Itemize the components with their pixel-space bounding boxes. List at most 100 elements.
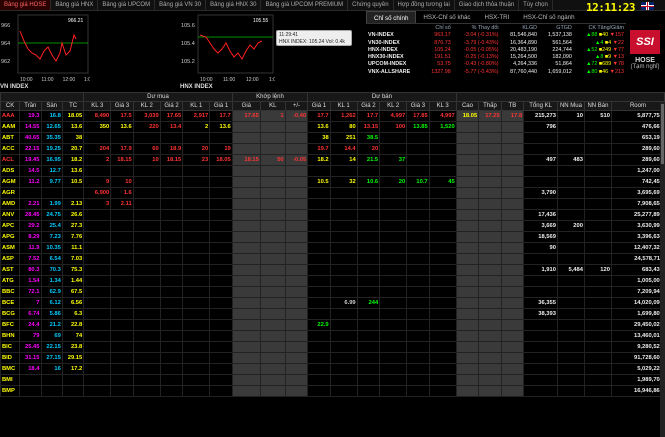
- board-column-header[interactable]: Trần: [19, 101, 42, 111]
- board-row[interactable]: AGM 11.2 9.77 10.5 9 10 10.5 32 10.6 20 10.7 45 742,…: [0, 176, 665, 188]
- board-column-header[interactable]: KL 3: [428, 101, 457, 111]
- board-column-header[interactable]: KL 1: [182, 101, 211, 111]
- nav-item-9[interactable]: Tùy chọn: [519, 0, 553, 10]
- board-column-header[interactable]: Tổng KL: [523, 101, 558, 111]
- board-cell-ck[interactable]: AGM: [0, 176, 21, 188]
- nav-item-5[interactable]: Bảng giá UPCOM PREMIUM: [261, 0, 349, 10]
- board-cell-ck[interactable]: ANV: [0, 209, 21, 221]
- board-column-header[interactable]: CK: [0, 101, 21, 111]
- board-row[interactable]: APC 29.2 25.4 27.3 3,669 200 3,630,992: [0, 220, 665, 232]
- board-column-header[interactable]: +/-: [284, 101, 309, 111]
- board-row[interactable]: ACC 22.15 19.25 20.7 204 17.9 60 18.9 20 19 19.7 14…: [0, 143, 665, 155]
- board-column-header[interactable]: Giá 1: [307, 101, 331, 111]
- board-row[interactable]: ATG 1.54 1.34 1.44 1,005,000: [0, 275, 665, 287]
- board-row[interactable]: BID 31.15 27.15 29.15 91,728,608: [0, 352, 665, 364]
- board-row[interactable]: BCG 6.74 5.86 6.3 38,393 1,699,809: [0, 308, 665, 320]
- board-row[interactable]: ADS 14.5 12.7 13.6 1,247,007: [0, 165, 665, 177]
- index-row[interactable]: VN-INDEX 963.17 -3.04 (-0.31%) 81,546,840 1,…: [366, 32, 626, 39]
- nav-item-4[interactable]: Bảng giá HNX 30: [206, 0, 262, 10]
- nav-item-1[interactable]: Bảng giá HNX: [51, 0, 99, 10]
- board-cell-ck[interactable]: BFC: [0, 319, 21, 331]
- nav-item-3[interactable]: Bảng giá VN 30: [155, 0, 207, 10]
- uk-flag-icon[interactable]: [641, 2, 654, 10]
- index-row[interactable]: HNX30-INDEX 191.51 -0.25 (-0.13%) 15,264,50…: [366, 54, 626, 61]
- board-cell-ck[interactable]: AST: [0, 264, 21, 276]
- board-column-header[interactable]: TB: [500, 101, 525, 111]
- nav-item-6[interactable]: Chứng quyền: [348, 0, 394, 10]
- board-scrollbar[interactable]: [660, 102, 665, 437]
- board-column-header[interactable]: KL: [259, 101, 286, 111]
- index-row[interactable]: HNX-INDEX 105.24 -0.05 (-0.05%) 20,483,190 2…: [366, 47, 626, 54]
- board-cell-ck[interactable]: BID: [0, 352, 21, 364]
- board-row[interactable]: AAA 19.3 16.8 18.05 8,490 17.5 3,039 17.65 2,917…: [0, 110, 665, 122]
- board-row[interactable]: AST 80.3 70.3 75.3 1,910 5,484 120 683,436: [0, 264, 665, 276]
- board-row[interactable]: APG 8.29 7.23 7.76 18,569 3,396,634: [0, 231, 665, 243]
- board-column-header[interactable]: TC: [61, 101, 85, 111]
- board-row[interactable]: ANV 28.45 24.75 26.6 17,436 25,277,893: [0, 209, 665, 221]
- board-column-header[interactable]: Giá 3: [406, 101, 430, 111]
- board-cell-ck[interactable]: ABT: [0, 132, 21, 144]
- board-column-header[interactable]: KL 2: [132, 101, 161, 111]
- nav-item-8[interactable]: Giao dịch thỏa thuận: [455, 0, 520, 10]
- board-row[interactable]: BBC 72.1 62.9 67.5 7,209,940: [0, 286, 665, 298]
- nav-item-2[interactable]: Bảng giá UPCOM: [98, 0, 156, 10]
- index-tab-3[interactable]: HSX-Chỉ số ngành: [516, 11, 581, 23]
- board-column-header[interactable]: KL 3: [83, 101, 112, 111]
- board-cell-ck[interactable]: ASP: [0, 253, 21, 265]
- board-row[interactable]: ABT 40.65 35.35 38 38 251 38.5 653,190: [0, 132, 665, 144]
- board-row[interactable]: BIC 25.45 22.15 23.8 9,280,520: [0, 341, 665, 353]
- board-row[interactable]: BMI 1,989,704: [0, 374, 665, 386]
- vnindex-chart[interactable]: 966 964 962 10:00 11:00 12:00 1:00 966.21 VN IN…: [0, 13, 90, 90]
- board-cell-ck[interactable]: AAA: [0, 110, 21, 122]
- board-cell-ck[interactable]: AMD: [0, 198, 21, 210]
- nav-item-0[interactable]: Bảng giá HOSE: [0, 0, 52, 10]
- board-cell-ck[interactable]: BBC: [0, 286, 21, 298]
- board-cell-ck[interactable]: BCG: [0, 308, 21, 320]
- hnxindex-chart[interactable]: 105.6 105.4 105.2 10:00 11:00 12:00 1:00 105.55…: [180, 13, 275, 90]
- index-tab-0[interactable]: Chỉ số chính: [366, 11, 417, 23]
- board-cell-ck[interactable]: BCE: [0, 297, 21, 309]
- board-column-header[interactable]: NN Bán: [583, 101, 612, 111]
- board-column-header[interactable]: Room: [610, 101, 665, 111]
- board-cell-ck[interactable]: ADS: [0, 165, 21, 177]
- index-row[interactable]: VNX-ALLSHARE 1327.98 -5.77 (-0.43%) 87,760,…: [366, 69, 626, 76]
- board-column-header[interactable]: Cao: [455, 101, 480, 111]
- board-row[interactable]: BMC 18.4 16 17.2 5,029,224: [0, 363, 665, 375]
- board-cell-ck[interactable]: ATG: [0, 275, 21, 287]
- board-column-header[interactable]: Giá 1: [209, 101, 233, 111]
- board-cell-ck[interactable]: BIC: [0, 341, 21, 353]
- index-tab-1[interactable]: HSX-Chỉ số khác: [416, 11, 477, 23]
- board-cell-ck[interactable]: AAM: [0, 121, 21, 133]
- board-row[interactable]: AAM 14.55 12.65 13.6 350 13.6 220 13.4 2 13.6 13.6…: [0, 121, 665, 133]
- board-column-header[interactable]: Giá 2: [356, 101, 381, 111]
- board-cell-ck[interactable]: APG: [0, 231, 21, 243]
- board-column-header[interactable]: KL 1: [329, 101, 358, 111]
- board-row[interactable]: ASP 7.52 6.54 7.03 24,578,711: [0, 253, 665, 265]
- board-row[interactable]: AMD 2.21 1.99 2.13 3 2.11 7,908,654: [0, 198, 665, 210]
- board-cell-ck[interactable]: BHN: [0, 330, 21, 342]
- board-column-header[interactable]: KL 2: [379, 101, 408, 111]
- board-column-header[interactable]: NN Mua: [556, 101, 585, 111]
- board-cell-ck[interactable]: AGR: [0, 187, 21, 199]
- index-tab-2[interactable]: HSX-TRI: [478, 11, 517, 23]
- board-row[interactable]: ACL 19.45 16.95 18.2 2 18.15 10 18.15 23 18.05 18.…: [0, 154, 665, 166]
- index-row[interactable]: UPCOM-INDEX 53.75 -0.43 (-0.80%) 4,264,336 5…: [366, 61, 626, 68]
- board-cell-ck[interactable]: ACC: [0, 143, 21, 155]
- board-cell-ck[interactable]: APC: [0, 220, 21, 232]
- scrollbar-thumb[interactable]: [661, 104, 664, 164]
- board-row[interactable]: BFC 24.4 21.2 22.8 22.9 29,450,025: [0, 319, 665, 331]
- board-column-header[interactable]: Thấp: [478, 101, 502, 111]
- board-cell-ck[interactable]: ACL: [0, 154, 21, 166]
- board-cell-ck[interactable]: BMP: [0, 385, 21, 397]
- board-row[interactable]: BHN 79 69 74 13,460,016: [0, 330, 665, 342]
- board-row[interactable]: ASM 11.9 10.35 11.1 90 12,407,325: [0, 242, 665, 254]
- board-row[interactable]: BMP 16,946,861: [0, 385, 665, 397]
- board-cell-ck[interactable]: ASM: [0, 242, 21, 254]
- board-column-header[interactable]: Giá: [231, 101, 261, 111]
- index-row[interactable]: VN30-INDEX 876.73 -3.79 (-0.43%) 16,364,890…: [366, 40, 626, 47]
- board-row[interactable]: AGR 6,900 1.6 3,790 3,695,697: [0, 187, 665, 199]
- nav-item-7[interactable]: Hợp đồng tương lai: [394, 0, 455, 10]
- board-column-header[interactable]: Giá 3: [110, 101, 134, 111]
- board-column-header[interactable]: Giá 2: [159, 101, 184, 111]
- board-cell-ck[interactable]: BMI: [0, 374, 21, 386]
